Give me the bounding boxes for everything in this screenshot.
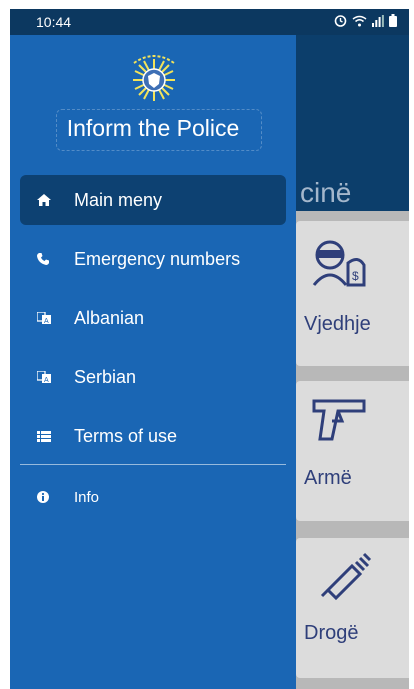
- wifi-icon: [352, 14, 367, 32]
- svg-text:A: A: [44, 318, 49, 324]
- menu-item-terms-of-use[interactable]: Terms of use: [20, 411, 286, 461]
- translate-icon: A: [37, 312, 59, 324]
- menu-item-label: Terms of use: [74, 425, 178, 446]
- menu-item-emergency-numbers[interactable]: Emergency numbers: [20, 234, 286, 284]
- alarm-icon: [334, 14, 347, 32]
- category-card-weapons[interactable]: Armë: [296, 381, 409, 521]
- menu-divider: [20, 464, 286, 465]
- svg-text:$: $: [352, 269, 359, 283]
- menu-item-label: Info: [74, 488, 100, 506]
- home-icon: [37, 194, 59, 206]
- gun-icon: [312, 399, 366, 441]
- status-icons: [334, 14, 397, 32]
- menu-item-albanian[interactable]: A Albanian: [20, 293, 286, 343]
- info-icon: [37, 491, 59, 503]
- category-card-drugs[interactable]: Drogë: [296, 538, 409, 678]
- menu-item-serbian[interactable]: A Serbian: [20, 352, 286, 402]
- category-label-theft: Vjedhje: [304, 313, 371, 335]
- menu-item-main-meny[interactable]: Main meny: [20, 175, 286, 225]
- phone-icon: [37, 253, 59, 265]
- translate-icon: A: [37, 371, 59, 383]
- menu-item-info[interactable]: Info: [20, 479, 286, 515]
- svg-text:A: A: [44, 377, 49, 383]
- background-title: cinë: [300, 177, 352, 208]
- drawer-menu: Main meny Emergency numbers A Albanian A…: [20, 175, 286, 470]
- kosovo-police-logo: [133, 55, 175, 101]
- category-card-theft[interactable]: $ Vjedhje: [296, 221, 409, 366]
- menu-item-label: Albanian: [74, 307, 145, 328]
- menu-item-label: Main meny: [74, 189, 163, 210]
- signal-icon: [372, 14, 384, 32]
- menu-item-label: Emergency numbers: [74, 248, 241, 269]
- status-bar: 10:44: [10, 9, 409, 35]
- navigation-drawer: Inform the Police Main meny Emergency nu…: [10, 35, 296, 689]
- app-title: Inform the Police: [66, 115, 240, 141]
- battery-icon: [389, 14, 397, 32]
- list-icon: [37, 430, 59, 442]
- thief-icon: $: [312, 240, 366, 287]
- syringe-icon: [320, 552, 372, 601]
- category-label-weapons: Armë: [304, 467, 352, 489]
- category-label-drugs: Drogë: [304, 622, 359, 644]
- menu-item-label: Serbian: [74, 366, 137, 387]
- status-time: 10:44: [36, 14, 72, 30]
